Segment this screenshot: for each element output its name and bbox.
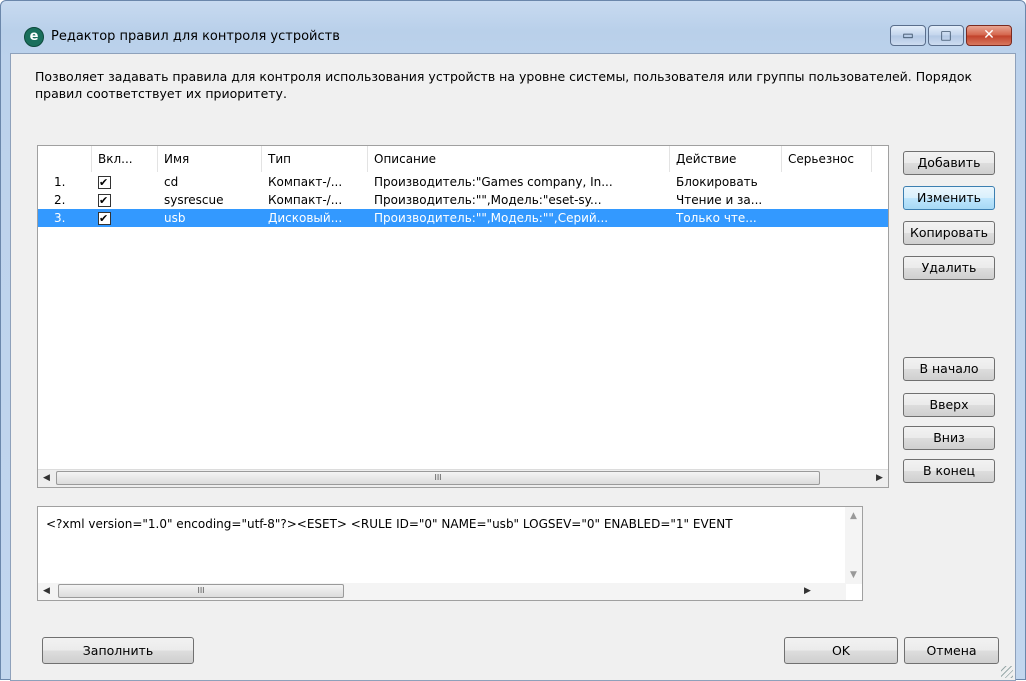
maximize-button[interactable]: □ bbox=[928, 25, 964, 46]
type-cell: Компакт-/... bbox=[268, 193, 343, 207]
enabled-cell bbox=[92, 209, 158, 227]
maximize-icon: □ bbox=[940, 28, 952, 42]
list-horizontal-scrollbar[interactable]: ◀ III ▶ bbox=[38, 469, 888, 487]
eset-logo-icon: e bbox=[24, 27, 44, 47]
description-text: Позволяет задавать правила для контроля … bbox=[35, 69, 973, 101]
scroll-right-icon[interactable]: ▶ bbox=[799, 583, 816, 600]
title-bar[interactable]: e Редактор правил для контроля устройств… bbox=[1, 1, 1025, 53]
scroll-left-icon[interactable]: ◀ bbox=[38, 470, 55, 487]
cancel-button[interactable]: Отмена bbox=[904, 637, 999, 664]
name-cell: sysrescue bbox=[164, 193, 224, 207]
close-icon: ✕ bbox=[983, 27, 995, 43]
enabled-cell bbox=[92, 173, 158, 191]
column-header-number[interactable] bbox=[38, 146, 92, 172]
action-cell: Только чте... bbox=[676, 211, 757, 225]
minimize-button[interactable]: ▭ bbox=[890, 25, 926, 46]
enabled-checkbox[interactable] bbox=[98, 192, 111, 209]
move-to-bottom-button[interactable]: В конец bbox=[903, 459, 995, 483]
dialog-window: e Редактор правил для контроля устройств… bbox=[0, 0, 1026, 681]
enabled-checkbox[interactable] bbox=[98, 210, 111, 227]
scroll-down-icon[interactable]: ▼ bbox=[845, 570, 862, 580]
type-cell: Компакт-/... bbox=[268, 175, 343, 189]
scroll-thumb[interactable]: III bbox=[58, 584, 344, 598]
xml-vertical-scrollbar[interactable]: ▲ ▼ bbox=[845, 507, 862, 584]
enabled-checkbox[interactable] bbox=[98, 174, 111, 191]
column-header-action[interactable]: Действие bbox=[670, 146, 782, 172]
column-header-severity[interactable]: Серьезнос bbox=[782, 146, 872, 172]
move-down-button[interactable]: Вниз bbox=[903, 426, 995, 450]
rules-list[interactable]: Вкл... Имя Тип Описание Действие Серьезн… bbox=[37, 145, 889, 488]
resize-grip-icon[interactable] bbox=[1001, 666, 1013, 678]
description-cell: Производитель:"",Модель:"eset-sy... bbox=[374, 193, 602, 207]
list-rows: 1. cd Компакт-/... Производитель:"Games … bbox=[38, 173, 888, 227]
close-button[interactable]: ✕ bbox=[966, 25, 1012, 46]
ok-button[interactable]: OK bbox=[784, 637, 898, 664]
scroll-left-icon[interactable]: ◀ bbox=[38, 583, 55, 600]
column-header-name[interactable]: Имя bbox=[158, 146, 262, 172]
type-cell: Дисковый... bbox=[268, 211, 343, 225]
dialog-client-area: Позволяет задавать правила для контроля … bbox=[10, 53, 1016, 681]
xml-preview[interactable]: <?xml version="1.0" encoding="utf-8"?><E… bbox=[37, 506, 863, 601]
enabled-cell bbox=[92, 191, 158, 209]
column-header-type[interactable]: Тип bbox=[262, 146, 368, 172]
row-number: 1. bbox=[54, 175, 66, 189]
add-button[interactable]: Добавить bbox=[903, 151, 995, 175]
xml-horizontal-scrollbar[interactable]: ◀ III ▶ bbox=[38, 583, 846, 600]
caption-buttons: ▭ □ ✕ bbox=[890, 25, 1012, 46]
populate-button[interactable]: Заполнить bbox=[42, 637, 194, 664]
minimize-icon: ▭ bbox=[902, 28, 914, 42]
table-row[interactable]: 1. cd Компакт-/... Производитель:"Games … bbox=[38, 173, 888, 191]
move-up-button[interactable]: Вверх bbox=[903, 393, 995, 417]
list-header: Вкл... Имя Тип Описание Действие Серьезн… bbox=[38, 146, 888, 172]
xml-preview-text: <?xml version="1.0" encoding="utf-8"?><E… bbox=[46, 517, 733, 531]
name-cell: cd bbox=[164, 175, 179, 189]
scroll-thumb[interactable]: III bbox=[56, 471, 820, 485]
scroll-right-icon[interactable]: ▶ bbox=[871, 470, 888, 487]
action-cell: Чтение и за... bbox=[676, 193, 763, 207]
scroll-up-icon[interactable]: ▲ bbox=[845, 511, 862, 521]
window-title: Редактор правил для контроля устройств bbox=[51, 29, 340, 44]
table-row-selected[interactable]: 3. usb Дисковый... Производитель:"",Моде… bbox=[38, 209, 888, 227]
row-number: 2. bbox=[54, 193, 66, 207]
delete-button[interactable]: Удалить bbox=[903, 256, 995, 280]
action-cell: Блокировать bbox=[676, 175, 758, 189]
column-header-description[interactable]: Описание bbox=[368, 146, 670, 172]
copy-button[interactable]: Копировать bbox=[903, 221, 995, 245]
name-cell: usb bbox=[164, 211, 186, 225]
edit-button[interactable]: Изменить bbox=[903, 186, 995, 210]
description-cell: Производитель:"Games company, In... bbox=[374, 175, 613, 189]
column-header-enabled[interactable]: Вкл... bbox=[92, 146, 158, 172]
description-cell: Производитель:"",Модель:"",Серий... bbox=[374, 211, 609, 225]
move-to-top-button[interactable]: В начало bbox=[903, 357, 995, 381]
row-number: 3. bbox=[54, 211, 66, 225]
table-row[interactable]: 2. sysrescue Компакт-/... Производитель:… bbox=[38, 191, 888, 209]
